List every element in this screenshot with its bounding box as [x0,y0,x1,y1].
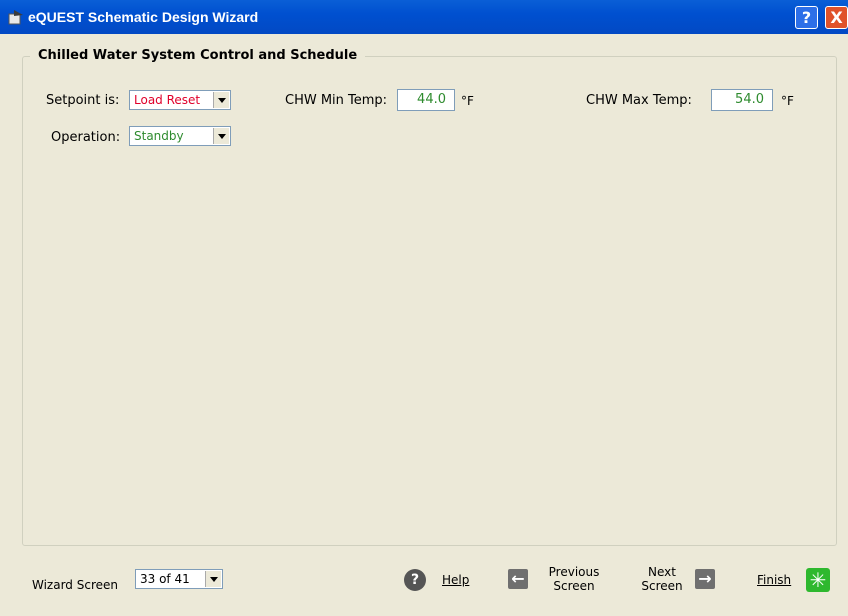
help-button[interactable]: Help [442,573,469,587]
chw-min-label: CHW Min Temp: [285,93,388,108]
next-line1: Next [648,565,676,579]
previous-line2: Screen [553,579,595,593]
chw-min-input[interactable]: 44.0 [397,89,455,111]
next-line2: Screen [641,579,683,593]
chevron-down-icon[interactable] [213,128,229,144]
window-title: eQUEST Schematic Design Wizard [28,9,259,25]
wizard-screen-value: 33 of 41 [140,572,190,586]
previous-line1: Previous [548,565,600,579]
chw-max-input[interactable]: 54.0 [711,89,773,111]
arrow-left-icon[interactable]: ← [508,569,528,589]
setpoint-label: Setpoint is: [46,93,120,108]
chw-max-unit: °F [781,94,794,108]
finish-button[interactable]: Finish [757,573,791,587]
next-screen-button[interactable]: Next Screen [638,565,686,593]
operation-label: Operation: [51,130,121,145]
title-bar: eQUEST Schematic Design Wizard ? X [0,0,848,34]
wizard-screen-label: Wizard Screen [32,578,118,592]
app-icon [8,10,23,25]
arrow-right-icon[interactable]: → [695,569,715,589]
chevron-down-icon[interactable] [213,92,229,108]
close-button[interactable]: X [825,6,848,29]
finish-icon[interactable]: ✳ [806,568,830,592]
wizard-screen-dropdown[interactable]: 33 of 41 [135,569,223,589]
title-help-button[interactable]: ? [795,6,818,29]
setpoint-dropdown[interactable]: Load Reset [129,90,231,110]
group-title: Chilled Water System Control and Schedul… [30,48,366,63]
setpoint-value: Load Reset [134,93,201,107]
previous-screen-button[interactable]: Previous Screen [544,565,604,593]
operation-dropdown[interactable]: Standby [129,126,231,146]
help-icon[interactable]: ? [404,569,426,591]
chw-min-unit: °F [461,94,474,108]
chevron-down-icon[interactable] [205,571,221,587]
wizard-window: eQUEST Schematic Design Wizard ? X Chill… [0,0,848,616]
chw-max-label: CHW Max Temp: [586,93,692,108]
operation-value: Standby [134,129,184,143]
